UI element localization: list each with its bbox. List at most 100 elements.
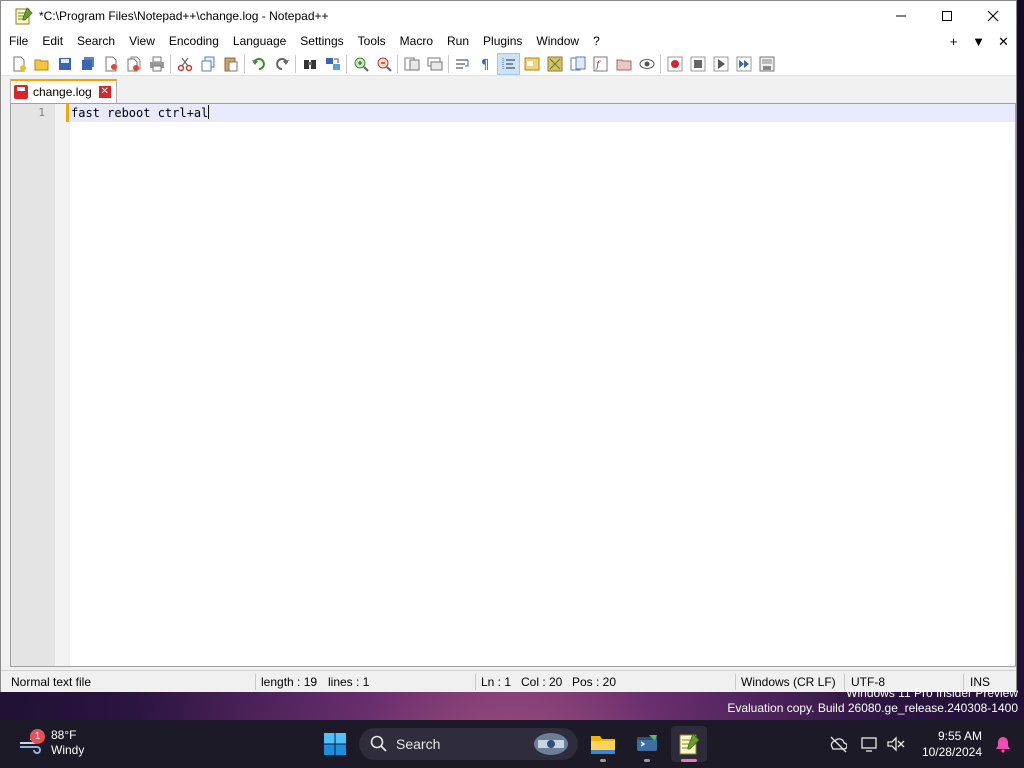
editor-area[interactable]: 1 fast reboot ctrl+al [10,103,1016,667]
close-tab-button[interactable]: ✕ [991,34,1016,50]
editor-text[interactable]: fast reboot ctrl+al [71,105,210,121]
new-file-button[interactable] [7,53,30,75]
sync-horizontal-icon [427,57,442,70]
paste-button[interactable] [219,53,242,75]
notification-bell-icon[interactable] [994,735,1012,756]
clock-time: 9:55 AM [937,729,982,743]
menu-tools[interactable]: Tools [351,31,393,52]
svg-text:¶: ¶ [481,58,489,72]
cut-button[interactable] [173,53,196,75]
close-button[interactable] [970,1,1016,31]
fold-margin[interactable] [55,104,70,666]
windows-evaluation-watermark: Windows 11 Pro Insider Preview Evaluatio… [727,686,1018,716]
start-button[interactable] [317,726,353,762]
running-indicator [644,759,650,762]
status-position: Pos : 20 [572,675,617,689]
menu-encoding[interactable]: Encoding [162,31,226,52]
document-list-button[interactable] [566,53,589,75]
display-icon[interactable] [860,735,878,756]
zoom-in-button[interactable] [349,53,372,75]
tab-change-log[interactable]: change.log ✕ [10,79,117,103]
status-line-number: Ln : 1 [481,675,512,689]
menu-help[interactable]: ? [586,31,607,52]
watermark-edition: Windows 11 Pro Insider Preview [846,686,1018,700]
status-divider [255,674,256,690]
copy-button[interactable] [196,53,219,75]
user-defined-language-button[interactable] [520,53,543,75]
menu-window[interactable]: Window [529,31,586,52]
menu-file[interactable]: File [1,31,35,52]
play-macro-icon [713,56,728,71]
document-map-button[interactable] [543,53,566,75]
weather-widget[interactable]: 1 88°F Windy [18,728,84,758]
show-all-characters-icon: ¶ [481,58,489,72]
toolbar-separator [448,54,449,73]
start-icon [324,733,346,755]
menu-search[interactable]: Search [70,31,122,52]
menu-language[interactable]: Language [226,31,293,52]
toolbar-separator [170,54,171,73]
notepad-plus-plus-taskbar-button[interactable] [671,726,707,762]
file-explorer-button[interactable] [585,726,621,762]
stop-recording-button[interactable] [686,53,709,75]
monitoring-button[interactable] [635,53,658,75]
notepad-plus-plus-icon[interactable] [14,6,34,26]
network-volume-icon[interactable] [886,735,906,756]
indent-guide-button[interactable] [497,52,520,75]
function-list-button[interactable]: f [589,53,612,75]
record-macro-button[interactable] [663,53,686,75]
taskbar-clock[interactable]: 9:55 AM 10/28/2024 [922,728,982,760]
editor-line-1: fast reboot ctrl+al [71,106,209,120]
title-bar[interactable]: *C:\Program Files\Notepad++\change.log -… [1,1,1016,31]
tab-list-button[interactable]: ▼ [966,34,991,49]
menu-bar: File Edit Search View Encoding Language … [1,31,1016,52]
folder-as-workspace-button[interactable] [612,53,635,75]
run-macro-multiple-button[interactable] [732,53,755,75]
menu-macro[interactable]: Macro [393,31,440,52]
paste-icon [224,57,237,71]
tab-close-icon[interactable]: ✕ [98,86,111,98]
sync-vertical-icon [404,57,419,70]
sync-vertical-button[interactable] [400,53,423,75]
toolbar-separator [244,54,245,73]
save-macro-button[interactable] [755,53,778,75]
find-button[interactable] [298,53,321,75]
word-wrap-button[interactable] [451,53,474,75]
undo-button[interactable] [247,53,270,75]
new-tab-button[interactable]: + [941,34,966,49]
close-all-button[interactable] [122,53,145,75]
clock-date: 10/28/2024 [921,745,982,759]
menu-view[interactable]: View [122,31,162,52]
show-all-characters-button[interactable]: ¶ [474,53,497,75]
menu-plugins[interactable]: Plugins [476,31,529,52]
minimize-button[interactable] [878,1,924,31]
menu-edit[interactable]: Edit [35,31,70,52]
save-macro-icon [759,56,774,71]
toolbar-separator [397,54,398,73]
redo-button[interactable] [270,53,293,75]
maximize-button[interactable] [924,1,970,31]
close-file-button[interactable] [99,53,122,75]
menu-run[interactable]: Run [440,31,476,52]
play-macro-button[interactable] [709,53,732,75]
terminal-button[interactable] [629,726,665,762]
indent-guide-icon [502,57,515,70]
taskbar-search[interactable]: Search [359,728,578,760]
terminal-icon [637,735,657,751]
tab-label: change.log [33,85,92,99]
open-file-button[interactable] [30,53,53,75]
close-icon [987,10,999,22]
print-button[interactable] [145,53,168,75]
find-icon [303,59,316,69]
replace-button[interactable] [321,53,344,75]
function-list-icon: f [593,56,607,71]
undo-icon [251,57,265,70]
sync-horizontal-button[interactable] [423,53,446,75]
menu-settings[interactable]: Settings [293,31,350,52]
status-lines: lines : 1 [328,675,370,689]
zoom-out-button[interactable] [372,53,395,75]
save-button[interactable] [53,53,76,75]
onedrive-icon[interactable] [829,735,848,756]
save-all-button[interactable] [76,53,99,75]
zoom-out-icon [377,57,392,72]
